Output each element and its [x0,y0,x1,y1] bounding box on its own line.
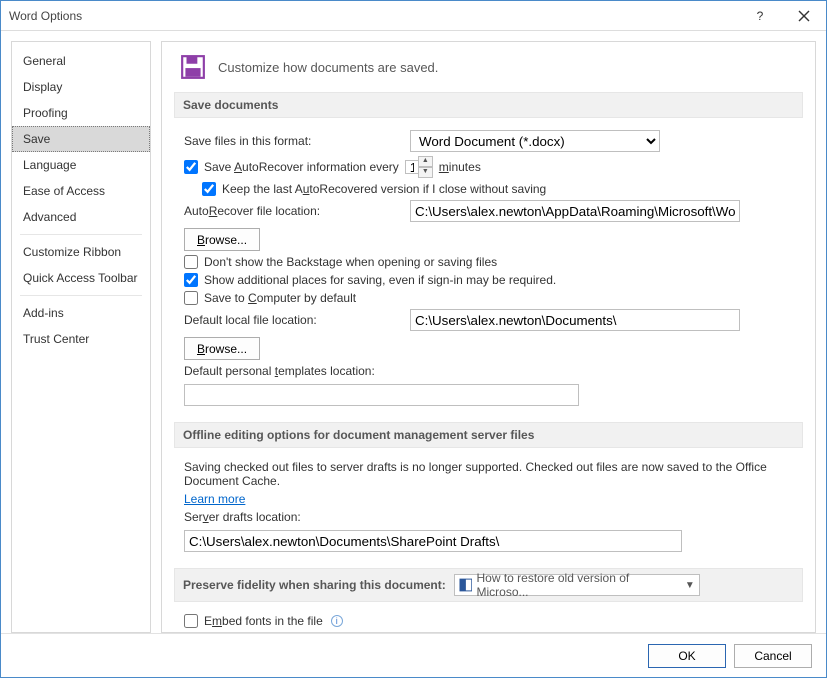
word-options-window: Word Options ? General Display Proofing … [0,0,827,678]
keep-last-checkbox[interactable] [202,182,216,196]
spin-down[interactable]: ▼ [418,167,433,178]
embed-fonts-checkbox[interactable] [184,614,198,628]
sidebar-item-language[interactable]: Language [12,152,150,178]
autorecover-label: Save AutoRecover information every [204,160,399,174]
sidebar-item-save[interactable]: Save [12,126,150,152]
default-local-browse-button[interactable]: Browse... [184,337,260,360]
spin-up[interactable]: ▲ [418,156,433,167]
cancel-button[interactable]: Cancel [734,644,812,668]
section-offline: Offline editing options for document man… [174,422,803,448]
save-computer-checkbox[interactable] [184,291,198,305]
sidebar-item-ease-of-access[interactable]: Ease of Access [12,178,150,204]
keep-last-label: Keep the last AutoRecovered version if I… [222,182,546,196]
drafts-input[interactable] [184,530,682,552]
dont-backstage-checkbox[interactable] [184,255,198,269]
save-icon [180,54,206,80]
help-button[interactable]: ? [738,2,782,30]
default-local-label: Default local file location: [184,313,404,327]
ar-location-input[interactable] [410,200,740,222]
sidebar-item-customize-ribbon[interactable]: Customize Ribbon [12,239,150,265]
chevron-down-icon: ▼ [685,580,695,591]
sidebar-item-display[interactable]: Display [12,74,150,100]
fidelity-title: Preserve fidelity when sharing this docu… [183,578,446,592]
word-doc-icon [459,578,473,592]
close-button[interactable] [782,2,826,30]
save-computer-label: Save to Computer by default [204,291,356,305]
info-icon[interactable]: i [331,615,343,627]
autorecover-checkbox[interactable] [184,160,198,174]
offline-note: Saving checked out files to server draft… [184,460,799,488]
drafts-label: Server drafts location: [184,510,312,524]
default-local-input[interactable] [410,309,740,331]
section-fidelity: Preserve fidelity when sharing this docu… [174,568,803,602]
sidebar-item-addins[interactable]: Add-ins [12,300,150,326]
section-save-documents: Save documents [174,92,803,118]
ar-location-label: AutoRecover file location: [184,204,404,218]
window-title: Word Options [9,9,738,23]
autorecover-minutes-input[interactable] [405,160,419,174]
ar-location-browse-button[interactable]: Browse... [184,228,260,251]
fidelity-document-combo[interactable]: How to restore old version of Microso...… [454,574,700,596]
category-sidebar: General Display Proofing Save Language E… [11,41,151,633]
show-places-checkbox[interactable] [184,273,198,287]
sidebar-item-trust-center[interactable]: Trust Center [12,326,150,352]
sidebar-item-general[interactable]: General [12,48,150,74]
embed-fonts-label: Embed fonts in the file [204,614,323,628]
close-icon [798,10,810,22]
sidebar-item-advanced[interactable]: Advanced [12,204,150,230]
sidebar-item-qat[interactable]: Quick Access Toolbar [12,265,150,291]
fidelity-doc-name: How to restore old version of Microso... [476,571,680,599]
ok-button[interactable]: OK [648,644,726,668]
learn-more-link[interactable]: Learn more [184,492,245,506]
dont-backstage-label: Don't show the Backstage when opening or… [204,255,497,269]
show-places-label: Show additional places for saving, even … [204,273,556,287]
page-subtitle: Customize how documents are saved. [218,60,438,75]
sidebar-item-proofing[interactable]: Proofing [12,100,150,126]
save-format-combo[interactable]: Word Document (*.docx) [410,130,660,152]
templates-input[interactable] [184,384,579,406]
titlebar: Word Options ? [1,1,826,31]
templates-label: Default personal templates location: [184,364,404,378]
minutes-label: minutes [439,160,481,174]
main-panel: Customize how documents are saved. Save … [161,41,816,633]
save-format-label: Save files in this format: [184,134,404,148]
dialog-footer: OK Cancel [1,633,826,677]
